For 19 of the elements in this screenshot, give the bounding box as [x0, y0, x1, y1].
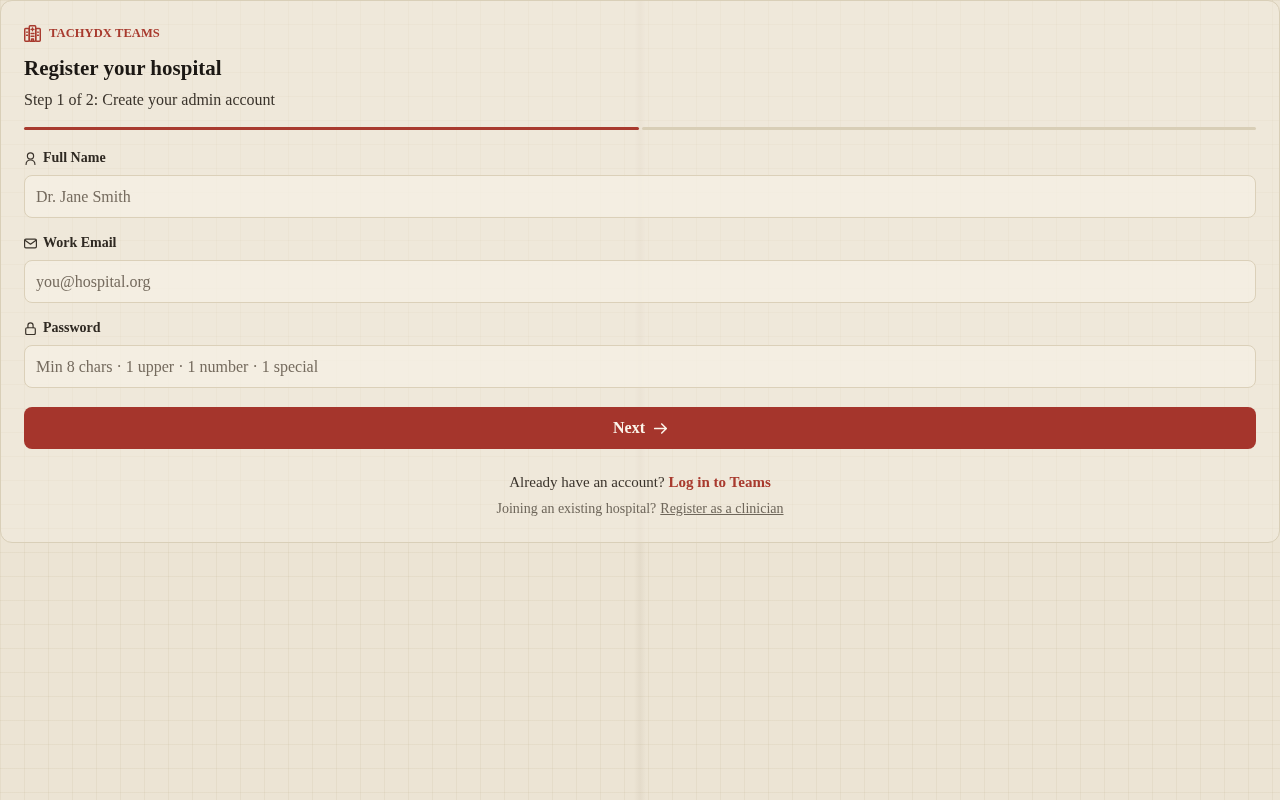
hospital-building-icon [24, 24, 41, 42]
step-subtitle: Step 1 of 2: Create your admin account [24, 90, 277, 110]
prompt-text: Already have an account? [509, 473, 665, 492]
lock-icon [24, 321, 37, 335]
field-label: Password [43, 319, 101, 337]
login-link[interactable]: Log in to Teams [668, 472, 771, 492]
field-label: Work Email [43, 234, 117, 252]
password-field[interactable]: Min 8 chars · 1 upper · 1 number · 1 special [24, 345, 1256, 388]
register-link[interactable]: Register as a clinician [660, 500, 784, 518]
field-label: Full Name [43, 149, 106, 167]
arrow-right-icon [654, 422, 667, 434]
page-title: Register your hospital [24, 55, 223, 82]
next-button[interactable]: Next [24, 407, 1256, 449]
prompt-text: Joining an existing hospital? [496, 500, 657, 518]
name-field[interactable]: Dr. Jane Smith [24, 175, 1256, 218]
user-icon [24, 151, 37, 165]
email-field[interactable]: you@hospital.org [24, 260, 1256, 303]
mail-icon [24, 236, 37, 250]
brand-name: TACHYDX TEAMS [49, 25, 160, 42]
